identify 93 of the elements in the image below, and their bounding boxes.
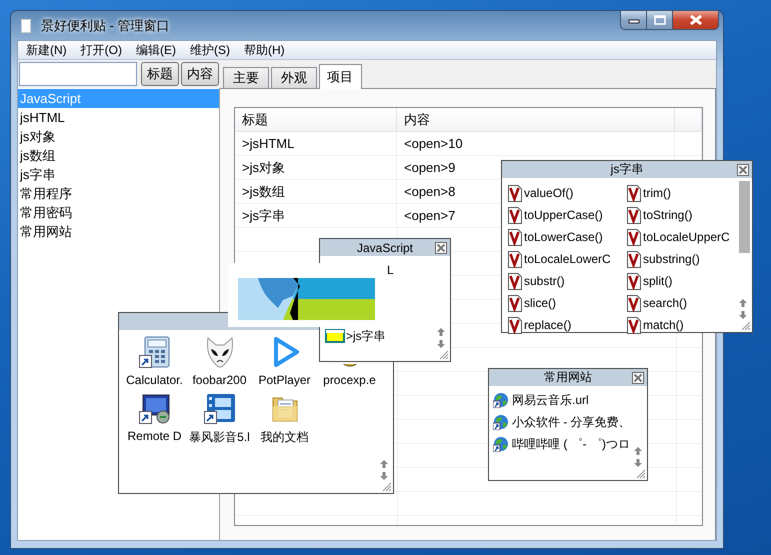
note-title: JavaScript bbox=[356, 240, 414, 254]
sidebar-item[interactable]: 常用网站 bbox=[18, 222, 219, 241]
v-file-icon[interactable] bbox=[508, 228, 522, 246]
method-item[interactable]: substring() bbox=[643, 252, 700, 266]
table-cell: >jsHTML bbox=[235, 132, 397, 155]
method-item[interactable]: toLocaleUpperC bbox=[643, 230, 730, 244]
shortcut-label[interactable]: 我的文档 bbox=[260, 429, 308, 446]
tab[interactable]: 主要 bbox=[223, 67, 269, 88]
tab[interactable]: 项目 bbox=[319, 64, 362, 89]
v-file-icon[interactable] bbox=[508, 250, 522, 268]
v-file-icon[interactable] bbox=[508, 294, 522, 312]
window-title: 景好便利贴 - 管理窗口 bbox=[41, 16, 170, 34]
close-icon bbox=[690, 15, 702, 25]
search-button[interactable]: 内容 bbox=[181, 62, 219, 86]
column-header[interactable]: 内容 bbox=[397, 108, 675, 131]
v-file-icon[interactable] bbox=[627, 206, 641, 224]
v-file-icon[interactable] bbox=[627, 184, 641, 202]
scroll-arrows-icon[interactable] bbox=[379, 459, 389, 481]
menu-item[interactable]: 新建(N) bbox=[19, 42, 74, 58]
link-item[interactable]: 哔哩哔哩 ( ゜- ゜)つロ bbox=[512, 436, 630, 452]
shortcut-label[interactable]: foobar200 bbox=[192, 373, 247, 387]
method-item[interactable]: search() bbox=[643, 296, 688, 310]
close-icon[interactable] bbox=[632, 372, 644, 384]
shortcut-label[interactable]: procexp.e bbox=[323, 373, 376, 387]
table-cell: <open>10 bbox=[397, 132, 675, 155]
method-item[interactable]: toLowerCase() bbox=[524, 230, 603, 244]
scroll-arrows-icon[interactable] bbox=[436, 327, 446, 349]
shortcut-label[interactable]: Calculator. bbox=[126, 373, 183, 387]
column-header[interactable]: 标题 bbox=[235, 108, 397, 131]
close-button[interactable] bbox=[673, 10, 719, 30]
note-title: js字串 bbox=[610, 161, 644, 178]
app-icon bbox=[21, 18, 31, 32]
note-title: 常用网站 bbox=[544, 369, 592, 386]
resize-grip-icon[interactable] bbox=[439, 350, 449, 360]
v-file-icon[interactable] bbox=[508, 206, 522, 224]
globe-shortcut-icon[interactable] bbox=[493, 436, 509, 452]
note-item[interactable]: >js字串 bbox=[346, 328, 386, 344]
method-item[interactable]: valueOf() bbox=[524, 186, 574, 200]
resize-grip-icon[interactable] bbox=[382, 482, 392, 492]
film-strip-icon[interactable] bbox=[204, 392, 236, 424]
sidebar-item[interactable]: js对象 bbox=[18, 127, 219, 146]
table-cell: >js字串 bbox=[235, 204, 397, 227]
maximize-icon bbox=[654, 15, 666, 25]
note-icon[interactable] bbox=[325, 329, 345, 343]
table-cell: >js数组 bbox=[235, 180, 397, 203]
method-item[interactable]: slice() bbox=[524, 296, 556, 310]
method-item[interactable]: replace() bbox=[524, 318, 572, 332]
menu-item[interactable]: 编辑(E) bbox=[129, 42, 183, 58]
globe-shortcut-icon[interactable] bbox=[493, 392, 509, 408]
v-file-icon[interactable] bbox=[508, 184, 522, 202]
resize-grip-icon[interactable] bbox=[741, 321, 751, 331]
v-file-icon[interactable] bbox=[627, 228, 641, 246]
sidebar-item[interactable]: jsHTML bbox=[18, 108, 219, 127]
sidebar-item[interactable]: 常用密码 bbox=[18, 203, 219, 222]
minimize-button[interactable] bbox=[620, 10, 647, 30]
close-icon[interactable] bbox=[737, 164, 749, 176]
tab[interactable]: 外观 bbox=[271, 67, 317, 88]
scroll-arrows-icon[interactable] bbox=[738, 298, 748, 320]
method-item[interactable]: split() bbox=[643, 274, 672, 288]
note-item[interactable]: L bbox=[387, 263, 394, 277]
sidebar-item[interactable]: 常用程序 bbox=[18, 184, 219, 203]
link-item[interactable]: 小众软件 - 分享免费、 bbox=[512, 414, 631, 430]
shortcut-label[interactable]: 暴风影音5.l bbox=[189, 429, 250, 446]
table-cell: >js对象 bbox=[235, 156, 397, 179]
globe-shortcut-icon[interactable] bbox=[493, 414, 509, 430]
method-item[interactable]: toUpperCase() bbox=[524, 208, 603, 222]
menu-item[interactable]: 维护(S) bbox=[183, 42, 237, 58]
search-button[interactable]: 标题 bbox=[141, 62, 179, 86]
calculator-icon[interactable] bbox=[138, 336, 170, 368]
v-file-icon[interactable] bbox=[508, 316, 522, 334]
v-file-icon[interactable] bbox=[627, 316, 641, 334]
link-item[interactable]: 网易云音乐.url bbox=[512, 392, 589, 408]
v-file-icon[interactable] bbox=[627, 272, 641, 290]
v-file-icon[interactable] bbox=[627, 250, 641, 268]
maximize-button[interactable] bbox=[647, 10, 673, 30]
remote-screen-icon[interactable] bbox=[138, 392, 170, 424]
method-item[interactable]: substr() bbox=[524, 274, 565, 288]
shortcut-label[interactable]: Remote D bbox=[127, 429, 182, 443]
search-field[interactable] bbox=[19, 62, 137, 86]
menu-item[interactable]: 帮助(H) bbox=[237, 42, 292, 58]
sidebar-item[interactable]: js数组 bbox=[18, 146, 219, 165]
menu-item[interactable]: 打开(O) bbox=[74, 42, 129, 58]
scrollbar-thumb[interactable] bbox=[739, 181, 750, 253]
method-item[interactable]: match() bbox=[643, 318, 684, 332]
sidebar-item[interactable]: js字串 bbox=[18, 165, 219, 184]
v-file-icon[interactable] bbox=[508, 272, 522, 290]
scroll-arrows-icon[interactable] bbox=[633, 446, 643, 468]
close-icon[interactable] bbox=[435, 242, 447, 254]
method-item[interactable]: trim() bbox=[643, 186, 671, 200]
method-item[interactable]: toLocaleLowerC bbox=[524, 252, 611, 266]
resize-grip-icon[interactable] bbox=[636, 469, 646, 479]
shortcut-label[interactable]: PotPlayer bbox=[258, 373, 311, 387]
v-file-icon[interactable] bbox=[627, 294, 641, 312]
